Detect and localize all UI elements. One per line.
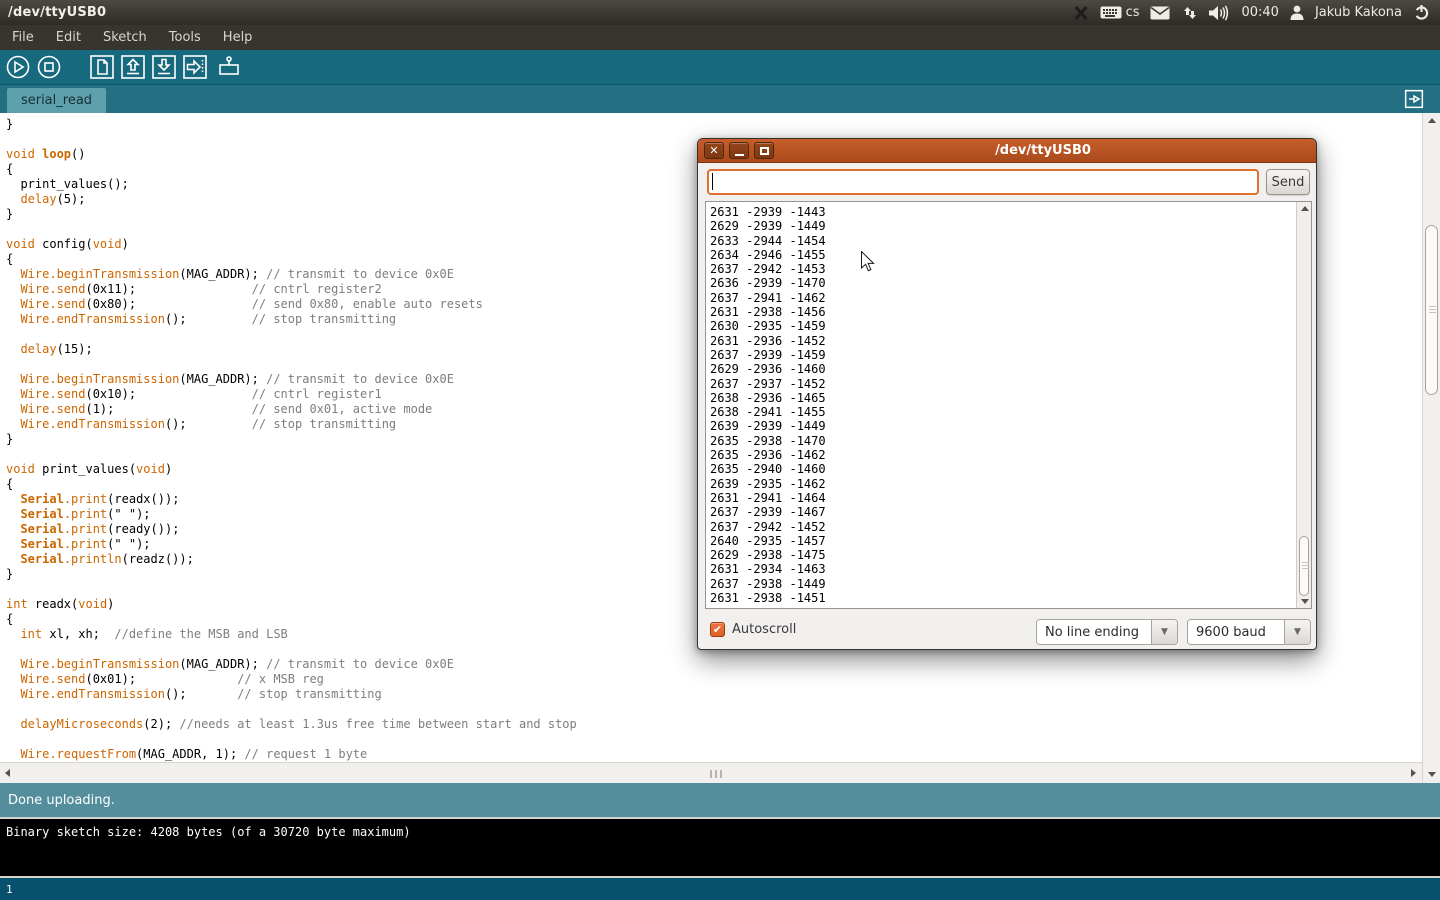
status-message: Done uploading. xyxy=(8,793,115,808)
check-icon: ✔ xyxy=(713,623,722,636)
autoscroll-checkbox[interactable]: ✔ xyxy=(710,622,725,637)
keyboard-layout-label: cs xyxy=(1126,5,1140,20)
menu-bar: File Edit Sketch Tools Help xyxy=(0,25,1440,50)
keyboard-layout-icon[interactable]: cs xyxy=(1100,5,1140,20)
serial-output-area: 2631 -2939 -1443 2629 -2939 -1449 2633 -… xyxy=(705,201,1312,609)
hscroll-grip-icon xyxy=(710,770,724,778)
menu-help[interactable]: Help xyxy=(212,26,264,49)
line-ending-dropdown[interactable]: No line ending ▼ xyxy=(1036,619,1178,645)
window-controls: ✕ xyxy=(704,142,776,159)
serial-output-text: 2631 -2939 -1443 2629 -2939 -1449 2633 -… xyxy=(706,202,1311,605)
serial-input-row: Send xyxy=(698,163,1316,201)
scroll-right-arrow-icon[interactable] xyxy=(1411,769,1416,777)
send-button[interactable]: Send xyxy=(1266,169,1310,195)
screen: /dev/ttyUSB0 cs 00:40 Jakub Kakona xyxy=(0,0,1440,900)
baud-rate-dropdown[interactable]: 9600 baud ▼ xyxy=(1187,619,1311,645)
serial-window-title: /dev/ttyUSB0 xyxy=(776,143,1310,158)
tab-menu-button[interactable] xyxy=(1404,89,1424,109)
serial-window-titlebar[interactable]: ✕ /dev/ttyUSB0 xyxy=(698,139,1316,163)
baud-rate-value: 9600 baud xyxy=(1188,620,1284,644)
updown-arrows-icon[interactable] xyxy=(1181,5,1197,21)
user-icon[interactable] xyxy=(1290,5,1304,20)
editor-horizontal-scrollbar[interactable] xyxy=(0,762,1422,783)
menu-tools[interactable]: Tools xyxy=(158,26,212,49)
dropdown-arrow-icon[interactable]: ▼ xyxy=(1151,620,1177,644)
close-button[interactable]: ✕ xyxy=(704,142,724,159)
desktop-panel: /dev/ttyUSB0 cs 00:40 Jakub Kakona xyxy=(0,0,1440,25)
session-power-icon[interactable] xyxy=(1413,4,1430,21)
tab-label: serial_read xyxy=(21,93,92,108)
open-button[interactable] xyxy=(120,54,146,80)
console-output: Binary sketch size: 4208 bytes (of a 307… xyxy=(0,819,1440,839)
current-line-number: 1 xyxy=(6,883,13,896)
serial-scroll-up-icon[interactable] xyxy=(1301,206,1309,211)
scroll-left-arrow-icon[interactable] xyxy=(5,769,10,777)
editor-vertical-scrollbar[interactable] xyxy=(1422,113,1440,783)
tab-bar: serial_read xyxy=(0,85,1440,113)
username-label[interactable]: Jakub Kakona xyxy=(1315,5,1402,20)
menu-edit[interactable]: Edit xyxy=(45,26,92,49)
scroll-up-arrow-icon[interactable] xyxy=(1428,118,1436,123)
editor-vscroll-thumb[interactable] xyxy=(1425,225,1438,395)
send-button-label: Send xyxy=(1272,175,1305,190)
active-window-title: /dev/ttyUSB0 xyxy=(0,5,106,20)
menu-file[interactable]: File xyxy=(1,26,45,49)
serial-bottom-bar: ✔ Autoscroll No line ending ▼ 9600 baud … xyxy=(698,615,1316,651)
autoscroll-label: Autoscroll xyxy=(732,622,796,637)
serial-scroll-thumb[interactable] xyxy=(1299,536,1309,596)
dropdown-arrow-icon[interactable]: ▼ xyxy=(1284,620,1310,644)
thumb-grip-icon xyxy=(1429,306,1436,314)
clock[interactable]: 00:40 xyxy=(1241,5,1278,20)
serial-input[interactable] xyxy=(707,169,1259,195)
ide-toolbar xyxy=(0,50,1440,85)
thumb-grip-icon xyxy=(1302,562,1309,570)
mail-envelope-icon[interactable] xyxy=(1150,6,1170,20)
stop-button[interactable] xyxy=(36,54,62,80)
serial-scrollbar[interactable] xyxy=(1296,202,1311,608)
verify-button[interactable] xyxy=(5,54,31,80)
status-bar: Done uploading. xyxy=(0,783,1440,817)
menu-sketch[interactable]: Sketch xyxy=(92,26,158,49)
serial-monitor-button[interactable] xyxy=(216,54,242,80)
line-number-strip: 1 xyxy=(0,878,1440,900)
tray-app-x-icon[interactable] xyxy=(1073,5,1089,21)
upload-button[interactable] xyxy=(182,54,208,80)
close-icon: ✕ xyxy=(709,143,718,158)
tab-serial-read[interactable]: serial_read xyxy=(7,88,106,113)
line-ending-value: No line ending xyxy=(1037,620,1151,644)
minimize-button[interactable] xyxy=(729,142,749,159)
scroll-down-arrow-icon[interactable] xyxy=(1428,772,1436,777)
save-button[interactable] xyxy=(151,54,177,80)
serial-monitor-window: ✕ /dev/ttyUSB0 Send 2631 -2939 -1443 262… xyxy=(697,138,1317,650)
text-caret xyxy=(712,173,713,190)
maximize-icon xyxy=(760,147,769,155)
build-console: Binary sketch size: 4208 bytes (of a 307… xyxy=(0,817,1440,878)
serial-scroll-down-icon[interactable] xyxy=(1301,599,1309,604)
system-tray: cs 00:40 Jakub Kakona xyxy=(1073,4,1440,21)
maximize-button[interactable] xyxy=(754,142,774,159)
new-sketch-button[interactable] xyxy=(89,54,115,80)
mouse-cursor xyxy=(861,251,876,277)
volume-icon[interactable] xyxy=(1208,5,1230,21)
minimize-icon xyxy=(735,154,744,156)
